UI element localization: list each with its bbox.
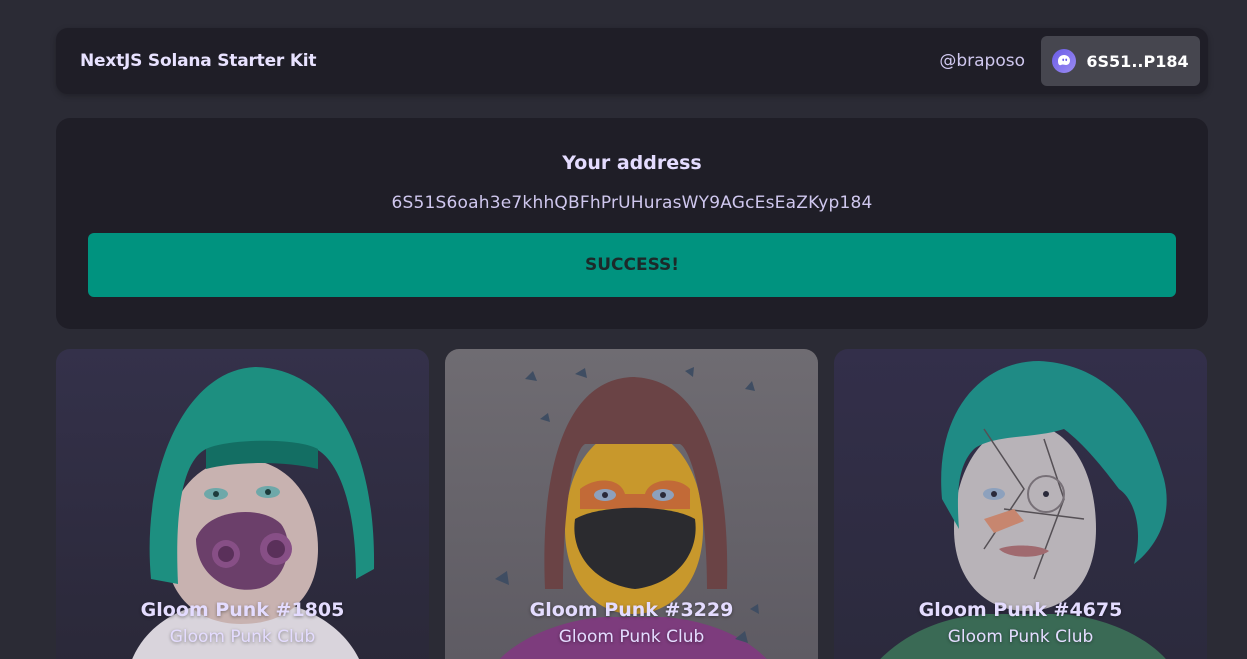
app-title[interactable]: NextJS Solana Starter Kit [80,51,317,71]
nft-name: Gloom Punk #4675 [918,599,1123,621]
nft-card[interactable]: Gloom Punk #4675 Gloom Punk Club [834,349,1207,659]
success-button[interactable]: SUCCESS! [88,233,1176,297]
phantom-ghost-icon [1052,49,1077,73]
nft-name: Gloom Punk #3229 [529,599,734,621]
navbar-right: @braposo 6S51..P184 [939,36,1200,86]
nft-collection: Gloom Punk Club [169,627,316,647]
nft-card-caption: Gloom Punk #3229 Gloom Punk Club [445,599,818,647]
address-panel: Your address 6S51S6oah3e7khhQBFhPrUHuras… [56,118,1208,329]
nft-collection: Gloom Punk Club [947,627,1094,647]
nft-card[interactable]: Gloom Punk #1805 Gloom Punk Club [56,349,429,659]
nft-card-caption: Gloom Punk #4675 Gloom Punk Club [834,599,1207,647]
wallet-address: 6S51S6oah3e7khhQBFhPrUHurasWY9AGcEsEaZKy… [391,193,873,213]
nft-card[interactable]: Gloom Punk #3229 Gloom Punk Club [445,349,818,659]
nft-collection: Gloom Punk Club [558,627,705,647]
navbar: NextJS Solana Starter Kit @braposo 6S51.… [56,28,1208,94]
nft-card-caption: Gloom Punk #1805 Gloom Punk Club [56,599,429,647]
nft-gallery: Gloom Punk #1805 Gloom Punk Club Gloom P… [56,349,1208,659]
wallet-address-label: 6S51..P184 [1086,51,1189,71]
nft-name: Gloom Punk #1805 [140,599,345,621]
user-handle-link[interactable]: @braposo [939,51,1025,71]
wallet-button[interactable]: 6S51..P184 [1041,36,1200,86]
address-title: Your address [562,152,702,174]
